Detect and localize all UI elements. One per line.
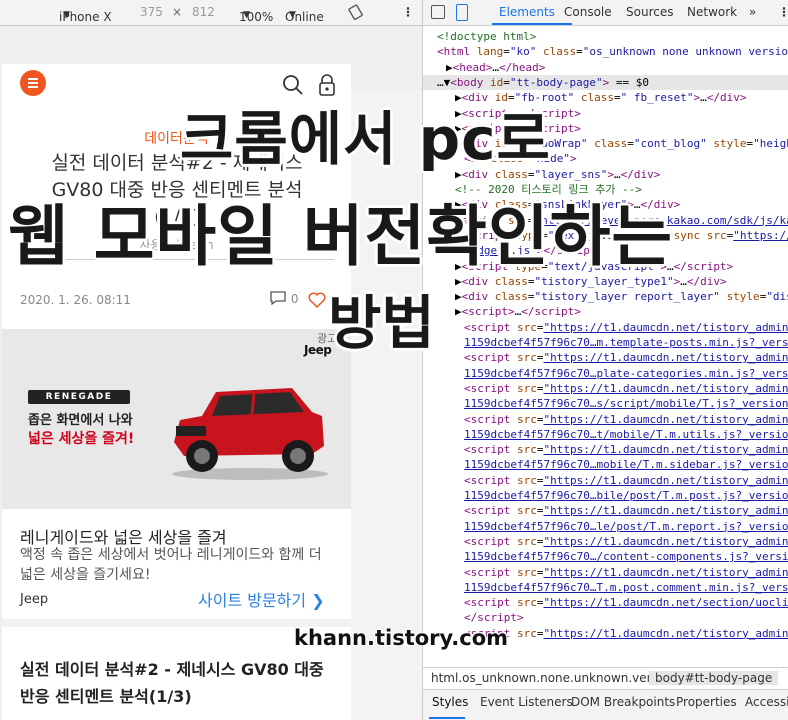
- dom-node-line[interactable]: …▼<body id="tt-body-page"> == $0: [437, 75, 649, 90]
- ad-copy-line1: 좁은 화면에서 나와: [28, 413, 133, 428]
- device-toolbar: iPhone X ▼ 375 × 812 100% ▼ Online ▼ ⋮: [0, 0, 422, 26]
- rotate-icon[interactable]: [348, 4, 364, 20]
- overlay-caption-line3: 방법: [328, 289, 435, 357]
- dom-node-line[interactable]: <script src="https://t1.daumcdn.net/tist…: [464, 320, 788, 335]
- watermark: khann.tistory.com: [294, 626, 509, 650]
- dom-node-line[interactable]: <script src="https://t1.daumcdn.net/sect…: [464, 595, 788, 610]
- devtools-menu-icon[interactable]: ⋮: [778, 5, 788, 19]
- post-date: 2020. 1. 26. 08:11: [20, 293, 131, 307]
- chevron-down-icon: ▼: [243, 10, 250, 20]
- next-post-title[interactable]: 실전 데이터 분석#2 - 제네시스 GV80 대중 반응 센티멘트 분석(1/…: [20, 656, 340, 710]
- chevron-down-icon: ▼: [289, 10, 296, 20]
- dom-node-line[interactable]: <script src="https://t1.daumcdn.net/tist…: [464, 565, 788, 580]
- tab-console[interactable]: Console: [564, 5, 612, 19]
- tab-elements[interactable]: Elements: [499, 5, 555, 19]
- visit-site-link[interactable]: 사이트 방문하기 ❯: [198, 587, 325, 611]
- ad-description: 액정 속 좁은 세상에서 벗어나 레니게이드와 함께 더 넓은 세상을 즐기세요…: [20, 547, 322, 583]
- dom-node-line[interactable]: <script src="https://t1.daumcdn.net/tist…: [464, 412, 788, 427]
- height-input[interactable]: 812: [192, 5, 215, 19]
- dom-node-line[interactable]: <script src="https://t1.daumcdn.net/tist…: [464, 350, 788, 365]
- breadcrumb-body[interactable]: body#tt-body-page: [649, 671, 779, 685]
- screen: iPhone X ▼ 375 × 812 100% ▼ Online ▼ ⋮ 데이터분…: [0, 0, 788, 720]
- dom-node-line[interactable]: <!doctype html>: [437, 29, 536, 44]
- comment-icon: [270, 291, 286, 306]
- heart-icon: [308, 292, 326, 309]
- overlay-caption-line1: 크롬에서 pc로: [180, 105, 551, 173]
- ad-copy-line2: 넓은 세상을 즐겨!: [28, 431, 135, 447]
- dom-node-line[interactable]: 1159dcbef4f57f96c70…t/mobile/T.m.utils.j…: [464, 427, 788, 442]
- dom-node-line[interactable]: <script src="https://t1.daumcdn.net/tist…: [464, 381, 788, 396]
- chevron-down-icon: ▼: [63, 10, 70, 20]
- breadcrumb: html.os_unknown.none.unknown.version_0 b…: [423, 667, 788, 689]
- dom-node-line[interactable]: 1159dcbef4f57f96c70…bile/post/T.m.post.j…: [464, 488, 788, 503]
- dom-node-line[interactable]: ▶<head>…</head>: [446, 60, 545, 75]
- more-options-icon[interactable]: ⋮: [402, 5, 414, 19]
- dom-node-line[interactable]: 1159dcbef4f57f96c70…le/post/T.m.report.j…: [464, 519, 788, 534]
- dom-node-line[interactable]: <script src="https://t1.daumcdn.net/tist…: [464, 442, 788, 457]
- active-tab-indicator: [492, 23, 572, 25]
- dom-node-line[interactable]: 1159dcbef4f57f96c70…m.template-posts.min…: [464, 335, 788, 350]
- tab-accessibility[interactable]: Accessibi: [745, 695, 788, 709]
- styles-tabbar: Styles Event Listeners DOM Breakpoints P…: [423, 689, 788, 720]
- like-button[interactable]: [308, 292, 326, 312]
- inspect-icon[interactable]: [431, 5, 445, 19]
- dom-node-line[interactable]: 1159dcbef4f57f96c70…/content-components.…: [464, 549, 788, 564]
- dom-node-line[interactable]: ▶<script>…</script>: [455, 304, 581, 319]
- comment-count: 0: [290, 292, 299, 306]
- tab-network[interactable]: Network: [687, 5, 737, 19]
- dom-node-line[interactable]: <script src="https://t1.daumcdn.net/tist…: [464, 626, 788, 641]
- width-input[interactable]: 375: [140, 5, 163, 19]
- tab-styles[interactable]: Styles: [432, 695, 468, 709]
- car-image: [172, 388, 328, 480]
- dom-node-line[interactable]: <script src="https://t1.daumcdn.net/tist…: [464, 503, 788, 518]
- dom-node-line[interactable]: </script>: [464, 610, 524, 625]
- devtools-tabbar: Elements Console Sources Network » ⋮: [423, 0, 788, 26]
- dom-node-line[interactable]: <script src="https://t1.daumcdn.net/tist…: [464, 473, 788, 488]
- tab-dom-breakpoints[interactable]: DOM Breakpoints: [571, 695, 675, 709]
- dom-node-line[interactable]: 1159dcbef4f57f96c70…T.m.post.comment.min…: [464, 580, 788, 595]
- dimension-times: ×: [172, 5, 183, 19]
- ad-advertiser: Jeep: [20, 592, 49, 607]
- dom-node-line[interactable]: 1159dcbef4f57f96c70…s/script/mobile/T.js…: [464, 396, 788, 411]
- tab-event-listeners[interactable]: Event Listeners: [480, 695, 573, 709]
- dom-node-line[interactable]: <script src="https://t1.daumcdn.net/tist…: [464, 534, 788, 549]
- overlay-caption-line2: 웹 모바일 버전확인하는: [8, 198, 674, 275]
- comment-button[interactable]: 0: [269, 291, 298, 306]
- dom-node-line[interactable]: <html lang="ko" class="os_unknown none u…: [437, 44, 788, 59]
- device-toggle-icon[interactable]: [456, 4, 468, 21]
- dom-node-line[interactable]: 1159dcbef4f57f96c70…mobile/T.m.sidebar.j…: [464, 457, 788, 472]
- active-subtab-indicator: [429, 717, 465, 719]
- tab-properties[interactable]: Properties: [676, 695, 737, 709]
- menu-icon[interactable]: [20, 70, 46, 96]
- more-tabs-button[interactable]: »: [749, 5, 756, 19]
- tab-sources[interactable]: Sources: [626, 5, 673, 19]
- dom-node-line[interactable]: 1159dcbef4f57f96c70…plate-categories.min…: [464, 366, 788, 381]
- dom-node-line[interactable]: ▶<div class="tistory_layer report_layer"…: [455, 289, 788, 304]
- renegade-logo: RENEGADE: [28, 390, 130, 404]
